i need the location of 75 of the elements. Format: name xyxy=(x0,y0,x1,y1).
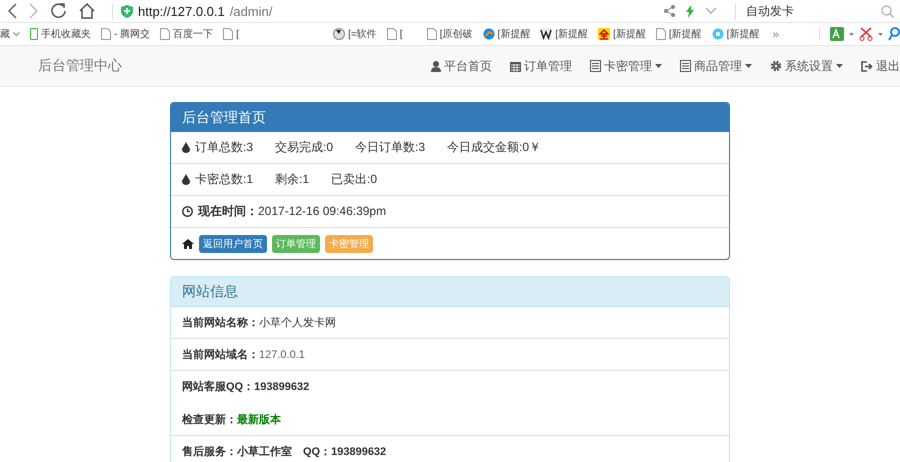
page-icon xyxy=(386,28,397,40)
list-icon xyxy=(680,60,691,72)
back-icon[interactable] xyxy=(6,2,18,20)
user-icon xyxy=(431,60,441,72)
scissors-icon[interactable] xyxy=(859,27,873,41)
bookmark-item[interactable]: 百度一下 xyxy=(155,27,218,41)
bookmark-item[interactable]: 手机收藏夹 xyxy=(25,27,96,41)
bookmark-item[interactable]: 藏 xyxy=(0,27,25,41)
search-icon[interactable] xyxy=(881,4,894,18)
clock-icon xyxy=(182,206,193,217)
home-icon[interactable] xyxy=(78,2,96,20)
list-icon xyxy=(590,60,601,72)
magnifier-icon[interactable] xyxy=(888,27,900,41)
lightning-icon[interactable] xyxy=(685,4,695,18)
bookmark-item[interactable]: - 腾网交 xyxy=(96,27,156,41)
stat-text: 卡密总数:1 xyxy=(195,171,254,188)
nav-link[interactable]: 订单管理 xyxy=(502,58,580,74)
bookmark-item[interactable]: [ xyxy=(218,28,328,40)
bookmark-item[interactable]: [原创破 xyxy=(422,27,478,41)
swirl-icon xyxy=(482,28,495,40)
info-text: 网站客服QQ：193899632 xyxy=(182,380,310,394)
bookmark-item[interactable]: [新提醒 xyxy=(650,27,707,41)
page-icon xyxy=(160,28,170,40)
info-text: 检查更新：最新版本 xyxy=(182,412,281,427)
info-text: 售后服务：小草工作室 QQ：193899632 xyxy=(182,444,386,459)
reload-icon[interactable] xyxy=(50,2,68,20)
drop-icon xyxy=(182,174,190,185)
character-icon xyxy=(598,28,610,40)
link-button[interactable]: 返回用户首页 xyxy=(199,234,267,252)
chevron-down-icon[interactable] xyxy=(705,7,717,15)
panel-title: 网站信息 xyxy=(171,277,729,307)
nav-link[interactable]: 平台首页 xyxy=(423,58,500,74)
stat-text: 已卖出:0 xyxy=(331,171,378,188)
phone-icon xyxy=(30,28,38,40)
stat-text: 今日订单数:3 xyxy=(355,139,426,156)
time-text: 现在时间：2017-12-16 09:46:39pm xyxy=(198,203,386,220)
stat-text: 今日成交金额:0￥ xyxy=(447,139,542,156)
settings-icon xyxy=(770,60,782,72)
forward-icon[interactable] xyxy=(28,2,40,20)
stat-text: 订单总数:3 xyxy=(195,139,254,156)
page-icon xyxy=(426,28,437,40)
logout-icon xyxy=(861,60,873,72)
stat-text: 交易完成:0 xyxy=(275,139,334,156)
translate-icon[interactable] xyxy=(830,27,844,41)
page-icon xyxy=(223,28,234,40)
bookmark-item[interactable]: [=软件 xyxy=(328,27,382,41)
nav-link[interactable]: 退出 xyxy=(853,58,900,74)
shield-icon xyxy=(121,4,133,18)
w-letter-icon xyxy=(540,28,552,40)
info-text: 当前网站域名：127.0.0.1 xyxy=(182,348,305,362)
address-field[interactable]: http://127.0.0.1 /admin/ xyxy=(112,4,653,18)
bookmark-item[interactable]: [新提醒 xyxy=(478,27,536,41)
bookmark-item[interactable]: [新提醒 xyxy=(593,27,651,41)
caret-icon[interactable] xyxy=(878,32,883,36)
bubble-icon xyxy=(712,28,724,40)
search-field[interactable]: 自动发卡 xyxy=(735,2,871,20)
page-icon xyxy=(101,28,111,40)
bookmark-item[interactable]: [新提醒 xyxy=(706,27,764,41)
calendar-icon xyxy=(510,60,521,72)
bookmark-item[interactable]: [ xyxy=(382,28,422,40)
home-icon xyxy=(182,238,194,248)
nav-link[interactable]: 商品管理 xyxy=(672,58,760,74)
drop-icon xyxy=(182,142,190,153)
disc-icon xyxy=(333,28,346,40)
nav-link[interactable]: 卡密管理 xyxy=(582,58,670,74)
share-icon[interactable] xyxy=(663,5,675,17)
info-text: 当前网站名称：小草个人发卡网 xyxy=(182,316,336,330)
panel-title: 后台管理首页 xyxy=(171,103,729,132)
page-icon xyxy=(656,28,666,40)
brand-title[interactable]: 后台管理中心 xyxy=(38,57,122,75)
stat-text: 剩余:1 xyxy=(275,171,310,188)
caret-icon[interactable] xyxy=(849,32,854,36)
nav-link[interactable]: 系统设置 xyxy=(762,58,851,74)
bookmark-item[interactable]: [新提醒 xyxy=(535,27,594,41)
more-bookmarks-button[interactable]: » xyxy=(772,27,780,41)
